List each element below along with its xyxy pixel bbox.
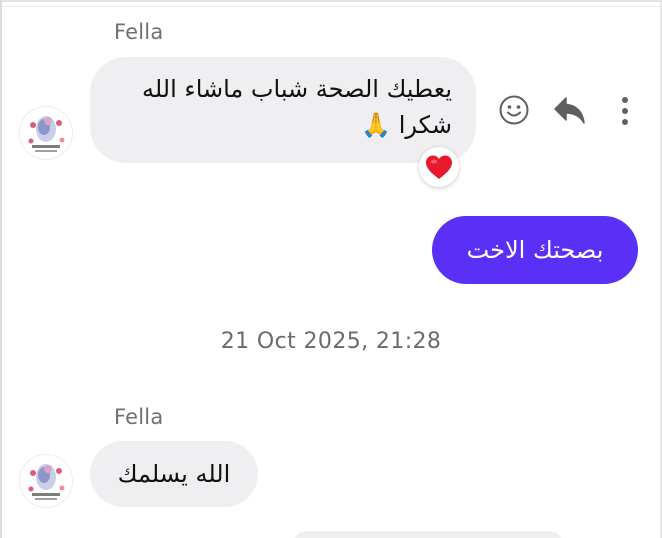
left-border	[0, 0, 2, 538]
reply-button[interactable]	[552, 92, 588, 128]
message-reaction[interactable]	[419, 147, 459, 187]
sender-name: Fella	[114, 405, 164, 429]
heart-icon	[426, 155, 452, 179]
outgoing-message-bubble[interactable]: بصحتك الاخت	[432, 216, 638, 284]
sender-avatar[interactable]	[19, 454, 73, 508]
top-divider	[0, 6, 662, 7]
message-text: بصحتك الاخت	[466, 236, 604, 264]
message-text-line: يعطيك الصحة شباب ماشاء الله	[141, 75, 452, 103]
timestamp-divider: 21 Oct 2025, 21:28	[220, 329, 442, 354]
incoming-message-bubble[interactable]: يعطيك الصحة شباب ماشاء الله شكرا 🙏	[90, 57, 476, 163]
avatar-image	[20, 107, 72, 159]
more-options-button[interactable]	[614, 94, 636, 128]
react-button[interactable]	[496, 92, 532, 128]
message-text: الله يسلمك	[117, 460, 231, 488]
avatar-image	[20, 455, 72, 507]
smiley-icon	[499, 95, 529, 125]
message-text-line: شكرا 🙏	[361, 111, 452, 139]
reply-icon	[554, 97, 585, 124]
top-border	[0, 0, 662, 2]
chat-thread: Fella يعطيك الصحة شباب ماشاء الله شكرا 🙏	[0, 0, 662, 538]
more-vertical-icon	[622, 97, 628, 125]
sender-name: Fella	[114, 20, 164, 44]
incoming-message-bubble[interactable]: الله يسلمك	[90, 441, 258, 507]
sender-avatar[interactable]	[19, 106, 73, 160]
partial-message-bubble[interactable]	[294, 531, 562, 538]
